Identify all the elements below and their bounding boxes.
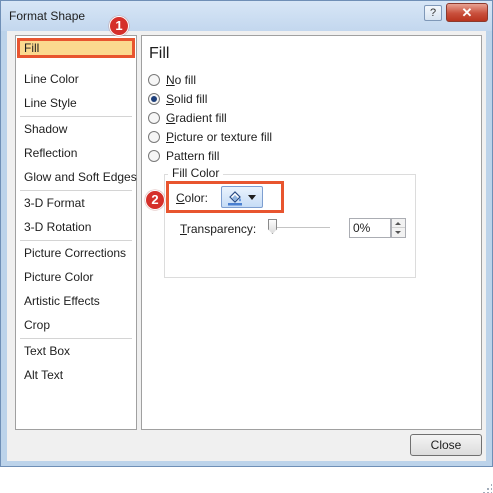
nav-item-fill[interactable]: Fill — [17, 38, 135, 58]
nav-item-3d-format[interactable]: 3-D Format — [17, 193, 135, 213]
pattern-fill-option[interactable]: Pattern fill — [148, 148, 219, 164]
nav-item-label: Picture Corrections — [24, 246, 127, 260]
nav-item-picture-corrections[interactable]: Picture Corrections — [17, 243, 135, 263]
radio-button-checked[interactable] — [148, 93, 160, 105]
fill-settings-panel: Fill No fill Solid fill Gradient fill Pi… — [141, 35, 482, 430]
help-button[interactable]: ? — [424, 5, 442, 21]
nav-item-text-box[interactable]: Text Box — [17, 341, 135, 361]
fill-color-picker-button[interactable] — [221, 186, 263, 208]
nav-separator — [20, 240, 132, 241]
nav-item-reflection[interactable]: Reflection — [17, 143, 135, 163]
step-badge-1: 1 — [109, 16, 129, 36]
radio-label: Solid fill — [166, 92, 208, 106]
nav-item-3d-rotation[interactable]: 3-D Rotation — [17, 217, 135, 237]
spin-up-icon[interactable] — [392, 219, 405, 228]
panel-title: Fill — [149, 45, 170, 62]
solid-fill-option[interactable]: Solid fill — [148, 91, 207, 107]
nav-item-label: Line Color — [24, 72, 79, 86]
transparency-label: Transparency: — [180, 222, 257, 236]
spin-down-icon[interactable] — [392, 228, 405, 237]
dialog-title: Format Shape — [9, 9, 86, 23]
nav-item-label: Line Style — [24, 96, 77, 110]
step-badge-2: 2 — [145, 190, 165, 210]
dialog-client: Fill Line Color Line Style Shadow Reflec… — [7, 16, 492, 493]
nav-item-label: Text Box — [24, 344, 71, 358]
radio-button[interactable] — [148, 131, 160, 143]
close-window-button[interactable]: ✕ — [446, 3, 488, 22]
picture-texture-fill-option[interactable]: Picture or texture fill — [148, 129, 272, 145]
nav-item-label: Fill — [24, 41, 40, 55]
nav-item-label: Reflection — [24, 146, 78, 160]
nav-item-line-style[interactable]: Line Style — [17, 93, 135, 113]
nav-item-picture-color[interactable]: Picture Color — [17, 267, 135, 287]
nav-item-label: 3-D Rotation — [24, 220, 92, 234]
radio-button[interactable] — [148, 74, 160, 86]
nav-item-label: Artistic Effects — [24, 294, 100, 308]
transparency-spinner[interactable] — [391, 218, 406, 238]
no-fill-option[interactable]: No fill — [148, 72, 196, 88]
nav-separator — [20, 190, 132, 191]
title-bar: Format Shape ? ✕ — [1, 1, 492, 31]
radio-label: Picture or texture fill — [166, 130, 273, 144]
radio-button[interactable] — [148, 112, 160, 124]
transparency-slider-track[interactable] — [268, 227, 330, 229]
transparency-input[interactable]: 0% — [349, 218, 391, 238]
nav-item-label: Alt Text — [24, 368, 64, 382]
nav-separator — [20, 338, 132, 339]
nav-item-alt-text[interactable]: Alt Text — [17, 365, 135, 385]
nav-item-line-color[interactable]: Line Color — [17, 69, 135, 89]
paint-bucket-icon — [228, 191, 242, 206]
nav-item-glow-soft-edges[interactable]: Glow and Soft Edges — [17, 167, 137, 187]
nav-item-label: Picture Color — [24, 270, 94, 284]
nav-item-artistic-effects[interactable]: Artistic Effects — [17, 291, 135, 311]
nav-item-label: Crop — [24, 318, 51, 332]
gradient-fill-option[interactable]: Gradient fill — [148, 110, 227, 126]
radio-label: No fill — [166, 73, 197, 87]
close-button[interactable]: Close — [410, 434, 482, 456]
category-list: Fill Line Color Line Style Shadow Reflec… — [15, 35, 137, 430]
nav-item-label: Shadow — [24, 122, 68, 136]
color-label: Color: — [176, 191, 209, 205]
fill-color-legend: Fill Color — [168, 166, 224, 180]
format-shape-dialog: Format Shape ? ✕ Fill Line Color Line St… — [0, 0, 493, 493]
radio-button[interactable] — [148, 150, 160, 162]
chevron-down-icon — [248, 195, 256, 200]
nav-item-shadow[interactable]: Shadow — [17, 119, 135, 139]
nav-item-label: Glow and Soft Edges — [24, 170, 137, 184]
nav-item-label: 3-D Format — [24, 196, 85, 210]
nav-item-crop[interactable]: Crop — [17, 315, 135, 335]
radio-label: Pattern fill — [166, 149, 220, 163]
radio-label: Gradient fill — [166, 111, 227, 125]
nav-separator — [20, 116, 132, 117]
resize-grip[interactable] — [482, 483, 492, 493]
